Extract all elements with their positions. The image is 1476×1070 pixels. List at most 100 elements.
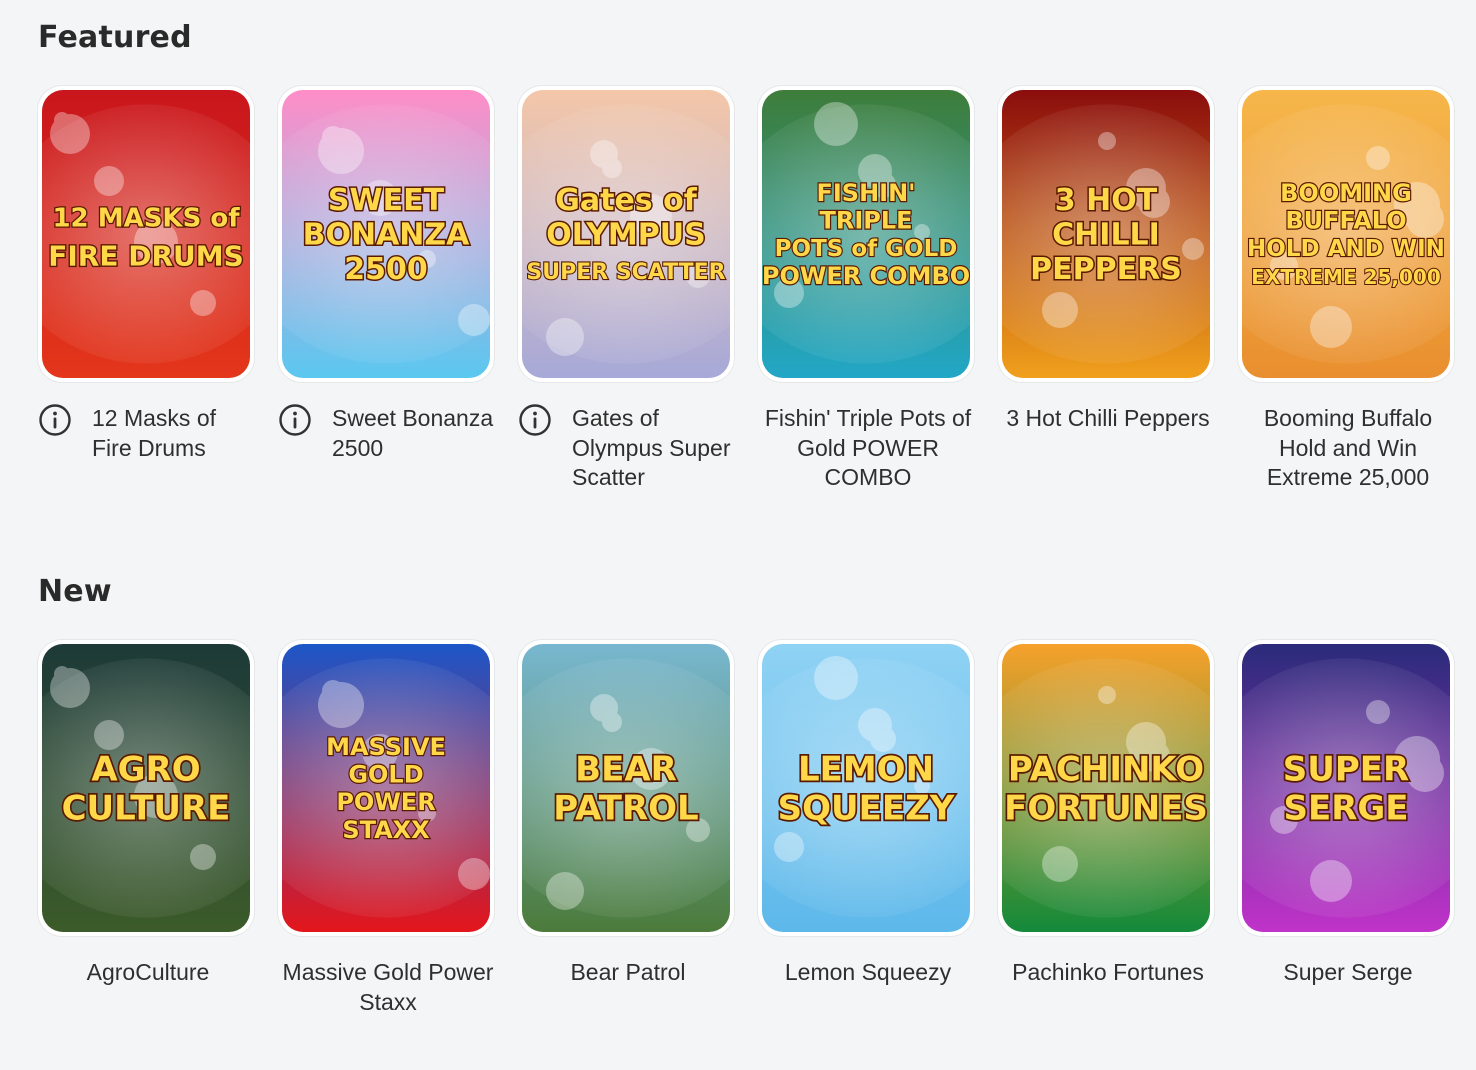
game-caption: Booming Buffalo Hold and Win Extreme 25,… bbox=[1238, 404, 1458, 493]
game-art[interactable]: LEMON SQUEEZY bbox=[762, 644, 970, 932]
game-logo-line: SUPER SCATTER bbox=[526, 260, 725, 285]
game-art[interactable]: MASSIVE GOLD POWER STAXX bbox=[282, 644, 490, 932]
game-caption: Fishin' Triple Pots of Gold POWER COMBO bbox=[758, 404, 978, 493]
game-art[interactable]: FISHIN' TRIPLE POTS of GOLD POWER COMBO bbox=[762, 90, 970, 378]
game-art[interactable]: SWEET BONANZA 2500 bbox=[282, 90, 490, 378]
game-logo-line: 3 HOT bbox=[1055, 183, 1158, 218]
game-tile-gates-of-olympus-super-scatter[interactable]: Gates of OLYMPUS SUPER SCATTER Gates of Oly… bbox=[518, 86, 738, 490]
game-logo-line: LEMON bbox=[798, 749, 934, 789]
game-logo-line: 12 MASKS of bbox=[52, 203, 240, 233]
game-thumbnail[interactable]: SWEET BONANZA 2500 bbox=[278, 86, 494, 382]
game-logo-line: POWER COMBO bbox=[762, 262, 970, 290]
game-logo-line: EXTREME 25,000 bbox=[1251, 265, 1441, 289]
game-tile-pachinko-fortunes[interactable]: PACHINKO FORTUNES Pachinko Fortunes bbox=[998, 640, 1218, 1040]
game-title[interactable]: Gates of Olympus Super Scatter bbox=[572, 404, 738, 493]
game-logo-line: SQUEEZY bbox=[778, 788, 955, 828]
game-logo-line: FORTUNES bbox=[1004, 788, 1208, 828]
game-tile-bear-patrol[interactable]: BEAR PATROL Bear Patrol bbox=[518, 640, 738, 1040]
game-thumbnail[interactable]: AGRO CULTURE bbox=[38, 640, 254, 936]
game-tile-3-hot-chilli-peppers[interactable]: 3 HOT CHILLI PEPPERS 3 Hot Chilli Peppers bbox=[998, 86, 1218, 486]
game-art[interactable]: 12 MASKS of FIRE DRUMS bbox=[42, 90, 250, 378]
game-logo-line: SWEET bbox=[328, 183, 445, 218]
game-thumbnail[interactable]: BEAR PATROL bbox=[518, 640, 734, 936]
game-logo: PACHINKOFORTUNES bbox=[1002, 748, 1209, 831]
game-logo-line: BUFFALO bbox=[1285, 207, 1406, 235]
game-title[interactable]: Pachinko Fortunes bbox=[998, 958, 1218, 988]
game-logo-line: CULTURE bbox=[62, 788, 231, 828]
game-tile-booming-buffalo-hold-and-win-extreme-25-000[interactable]: BOOMING BUFFALO HOLD AND WIN EXTREME 25,000… bbox=[1238, 86, 1458, 490]
featured-games-row: 12 MASKS of FIRE DRUMS 12 Masks of Fire Dr… bbox=[38, 86, 1476, 516]
game-logo: MASSIVEGOLDPOWERSTAXX bbox=[325, 732, 447, 845]
game-caption: Sweet Bonanza 2500 bbox=[278, 404, 498, 463]
game-logo-line: PACHINKO bbox=[1008, 749, 1204, 789]
game-logo-line: CHILLI bbox=[1052, 218, 1160, 253]
game-caption: Super Serge bbox=[1238, 958, 1458, 988]
game-title[interactable]: 12 Masks of Fire Drums bbox=[92, 404, 258, 463]
game-tile-agroculture[interactable]: AGRO CULTURE AgroCulture bbox=[38, 640, 258, 1040]
game-logo-line: BEAR bbox=[575, 749, 677, 789]
game-logo: Gates ofOLYMPUS SUPER SCATTER bbox=[525, 182, 727, 287]
game-thumbnail[interactable]: 3 HOT CHILLI PEPPERS bbox=[998, 86, 1214, 382]
game-logo-line: SUPER bbox=[1283, 749, 1409, 789]
game-logo-line: FISHIN' bbox=[816, 179, 915, 207]
game-thumbnail[interactable]: FISHIN' TRIPLE POTS of GOLD POWER COMBO bbox=[758, 86, 974, 382]
game-title[interactable]: Fishin' Triple Pots of Gold POWER COMBO bbox=[758, 404, 978, 493]
info-icon[interactable] bbox=[518, 403, 552, 437]
game-caption: Massive Gold Power Staxx bbox=[278, 958, 498, 1017]
game-thumbnail[interactable]: SUPER SERGE bbox=[1238, 640, 1454, 936]
game-tile-fishin-triple-pots-of-gold-power-combo[interactable]: FISHIN' TRIPLE POTS of GOLD POWER COMBO Fish… bbox=[758, 86, 978, 490]
game-thumbnail[interactable]: Gates of OLYMPUS SUPER SCATTER bbox=[518, 86, 734, 382]
game-caption: 3 Hot Chilli Peppers bbox=[998, 404, 1218, 434]
game-art[interactable]: BOOMING BUFFALO HOLD AND WIN EXTREME 25,000 bbox=[1242, 90, 1450, 378]
game-caption: Pachinko Fortunes bbox=[998, 958, 1218, 988]
game-tile-lemon-squeezy[interactable]: LEMON SQUEEZY Lemon Squeezy bbox=[758, 640, 978, 1040]
game-caption: Lemon Squeezy bbox=[758, 958, 978, 988]
game-thumbnail[interactable]: BOOMING BUFFALO HOLD AND WIN EXTREME 25,000 bbox=[1238, 86, 1454, 382]
game-title[interactable]: Bear Patrol bbox=[518, 958, 738, 988]
game-caption: Gates of Olympus Super Scatter bbox=[518, 404, 738, 493]
game-logo-line: GOLD bbox=[348, 761, 423, 789]
game-title[interactable]: Massive Gold Power Staxx bbox=[278, 958, 498, 1017]
game-thumbnail[interactable]: LEMON SQUEEZY bbox=[758, 640, 974, 936]
game-tile-12-masks-of-fire-drums[interactable]: 12 MASKS of FIRE DRUMS 12 Masks of Fire Dr… bbox=[38, 86, 258, 486]
game-logo-line: Gates of bbox=[555, 183, 697, 218]
game-logo: LEMONSQUEEZY bbox=[776, 748, 957, 831]
game-title[interactable]: 3 Hot Chilli Peppers bbox=[998, 404, 1218, 434]
game-art[interactable]: SUPER SERGE bbox=[1242, 644, 1450, 932]
game-title[interactable]: Sweet Bonanza 2500 bbox=[332, 404, 498, 463]
section-title-new: New bbox=[38, 574, 112, 609]
game-art[interactable]: PACHINKO FORTUNES bbox=[1002, 644, 1210, 932]
game-thumbnail[interactable]: PACHINKO FORTUNES bbox=[998, 640, 1214, 936]
game-logo-line: 2500 bbox=[344, 252, 428, 287]
game-art[interactable]: Gates of OLYMPUS SUPER SCATTER bbox=[522, 90, 730, 378]
game-title[interactable]: AgroCulture bbox=[38, 958, 258, 988]
game-logo-line: POWER bbox=[336, 788, 435, 816]
game-logo-line: HOLD AND WIN bbox=[1247, 236, 1445, 262]
game-caption: 12 Masks of Fire Drums bbox=[38, 404, 258, 463]
game-tile-massive-gold-power-staxx[interactable]: MASSIVE GOLD POWER STAXX Massive Gold Power … bbox=[278, 640, 498, 1040]
game-tile-sweet-bonanza-2500[interactable]: SWEET BONANZA 2500 Sweet Bonanza 2500 bbox=[278, 86, 498, 486]
game-logo-line: OLYMPUS bbox=[546, 218, 705, 253]
game-logo-line: FIRE DRUMS bbox=[48, 239, 244, 272]
game-logo-line: BONANZA bbox=[303, 218, 471, 253]
info-icon[interactable] bbox=[278, 403, 312, 437]
game-title[interactable]: Super Serge bbox=[1238, 958, 1458, 988]
game-logo-line: SERGE bbox=[1283, 788, 1408, 828]
game-title[interactable]: Lemon Squeezy bbox=[758, 958, 978, 988]
section-title-featured: Featured bbox=[38, 20, 192, 55]
game-logo-line: AGRO bbox=[91, 749, 200, 789]
game-logo-line: MASSIVE bbox=[326, 733, 446, 761]
game-caption: Bear Patrol bbox=[518, 958, 738, 988]
game-title[interactable]: Booming Buffalo Hold and Win Extreme 25,… bbox=[1238, 404, 1458, 493]
game-art[interactable]: 3 HOT CHILLI PEPPERS bbox=[1002, 90, 1210, 378]
game-art[interactable]: BEAR PATROL bbox=[522, 644, 730, 932]
game-art[interactable]: AGRO CULTURE bbox=[42, 644, 250, 932]
info-icon[interactable] bbox=[38, 403, 72, 437]
game-caption: AgroCulture bbox=[38, 958, 258, 988]
game-thumbnail[interactable]: 12 MASKS of FIRE DRUMS bbox=[38, 86, 254, 382]
game-logo-line: POTS of GOLD bbox=[775, 236, 958, 262]
game-thumbnail[interactable]: MASSIVE GOLD POWER STAXX bbox=[278, 640, 494, 936]
game-logo-line: BOOMING bbox=[1280, 179, 1412, 207]
game-tile-super-serge[interactable]: SUPER SERGE Super Serge bbox=[1238, 640, 1458, 1040]
game-logo-line: PEPPERS bbox=[1030, 252, 1182, 287]
